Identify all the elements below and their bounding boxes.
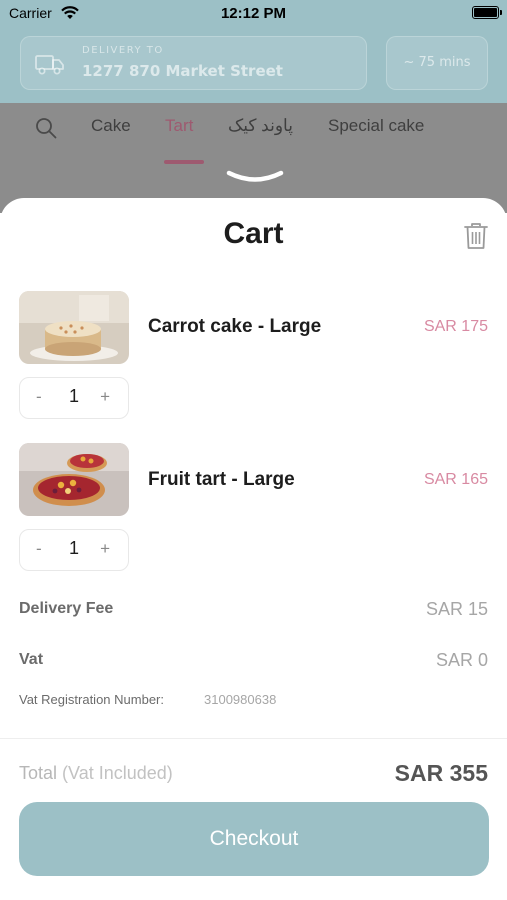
quantity-stepper: - 1 + bbox=[19, 377, 129, 419]
truck-icon bbox=[35, 55, 64, 75]
quantity-stepper: - 1 + bbox=[19, 529, 129, 571]
total-vat-note: (Vat Included) bbox=[62, 763, 173, 783]
tab-tart[interactable]: Tart bbox=[165, 116, 193, 136]
battery-icon bbox=[472, 6, 499, 19]
cart-item-price: SAR 175 bbox=[423, 318, 488, 335]
vat-label: Vat bbox=[19, 651, 44, 668]
cart-title: Cart bbox=[223, 217, 284, 250]
checkout-button[interactable]: Checkout bbox=[19, 802, 489, 876]
tab-cake[interactable]: Cake bbox=[91, 116, 131, 136]
status-bar: Carrier 12:12 PM bbox=[0, 0, 507, 28]
delivery-fee-value: SAR 15 bbox=[425, 599, 488, 619]
fruit-tart-image bbox=[19, 443, 129, 516]
tab-pound-cake[interactable]: پاوند کیک bbox=[228, 116, 293, 136]
trash-icon[interactable] bbox=[463, 222, 489, 250]
total-label: Total (Vat Included) bbox=[19, 763, 173, 784]
increase-quantity-button[interactable]: + bbox=[100, 387, 110, 407]
eta-text: ~ 75 mins bbox=[403, 55, 471, 70]
total-label-text: Total bbox=[19, 763, 58, 783]
status-time: 12:12 PM bbox=[220, 5, 287, 22]
chevron-down-icon[interactable] bbox=[226, 169, 284, 185]
cart-item-name: Carrot cake - Large bbox=[148, 316, 322, 337]
quantity-value: 1 bbox=[68, 538, 79, 558]
increase-quantity-button[interactable]: + bbox=[100, 539, 110, 559]
vat-value: SAR 0 bbox=[435, 650, 488, 670]
delivery-address: 1277 870 Market Street bbox=[82, 62, 283, 80]
total-value: SAR 355 bbox=[394, 760, 488, 786]
active-tab-indicator bbox=[164, 160, 204, 164]
delivery-address-selector[interactable]: DELIVERY TO 1277 870 Market Street bbox=[20, 36, 367, 90]
cart-item-price: SAR 165 bbox=[423, 471, 488, 488]
delivery-eta-badge: ~ 75 mins bbox=[386, 36, 488, 90]
carrot-cake-image bbox=[19, 291, 129, 364]
quantity-value: 1 bbox=[68, 386, 79, 406]
cart-item-name: Fruit tart - Large bbox=[148, 469, 295, 490]
search-icon[interactable] bbox=[35, 117, 57, 139]
vat-registration-label: Vat Registration Number: bbox=[19, 692, 164, 707]
tab-special-cake[interactable]: Special cake bbox=[328, 116, 424, 136]
vat-registration-number: 3100980638 bbox=[204, 692, 277, 707]
delivery-to-label: DELIVERY TO bbox=[82, 45, 164, 56]
divider bbox=[0, 738, 507, 739]
delivery-fee-label: Delivery Fee bbox=[19, 600, 114, 617]
